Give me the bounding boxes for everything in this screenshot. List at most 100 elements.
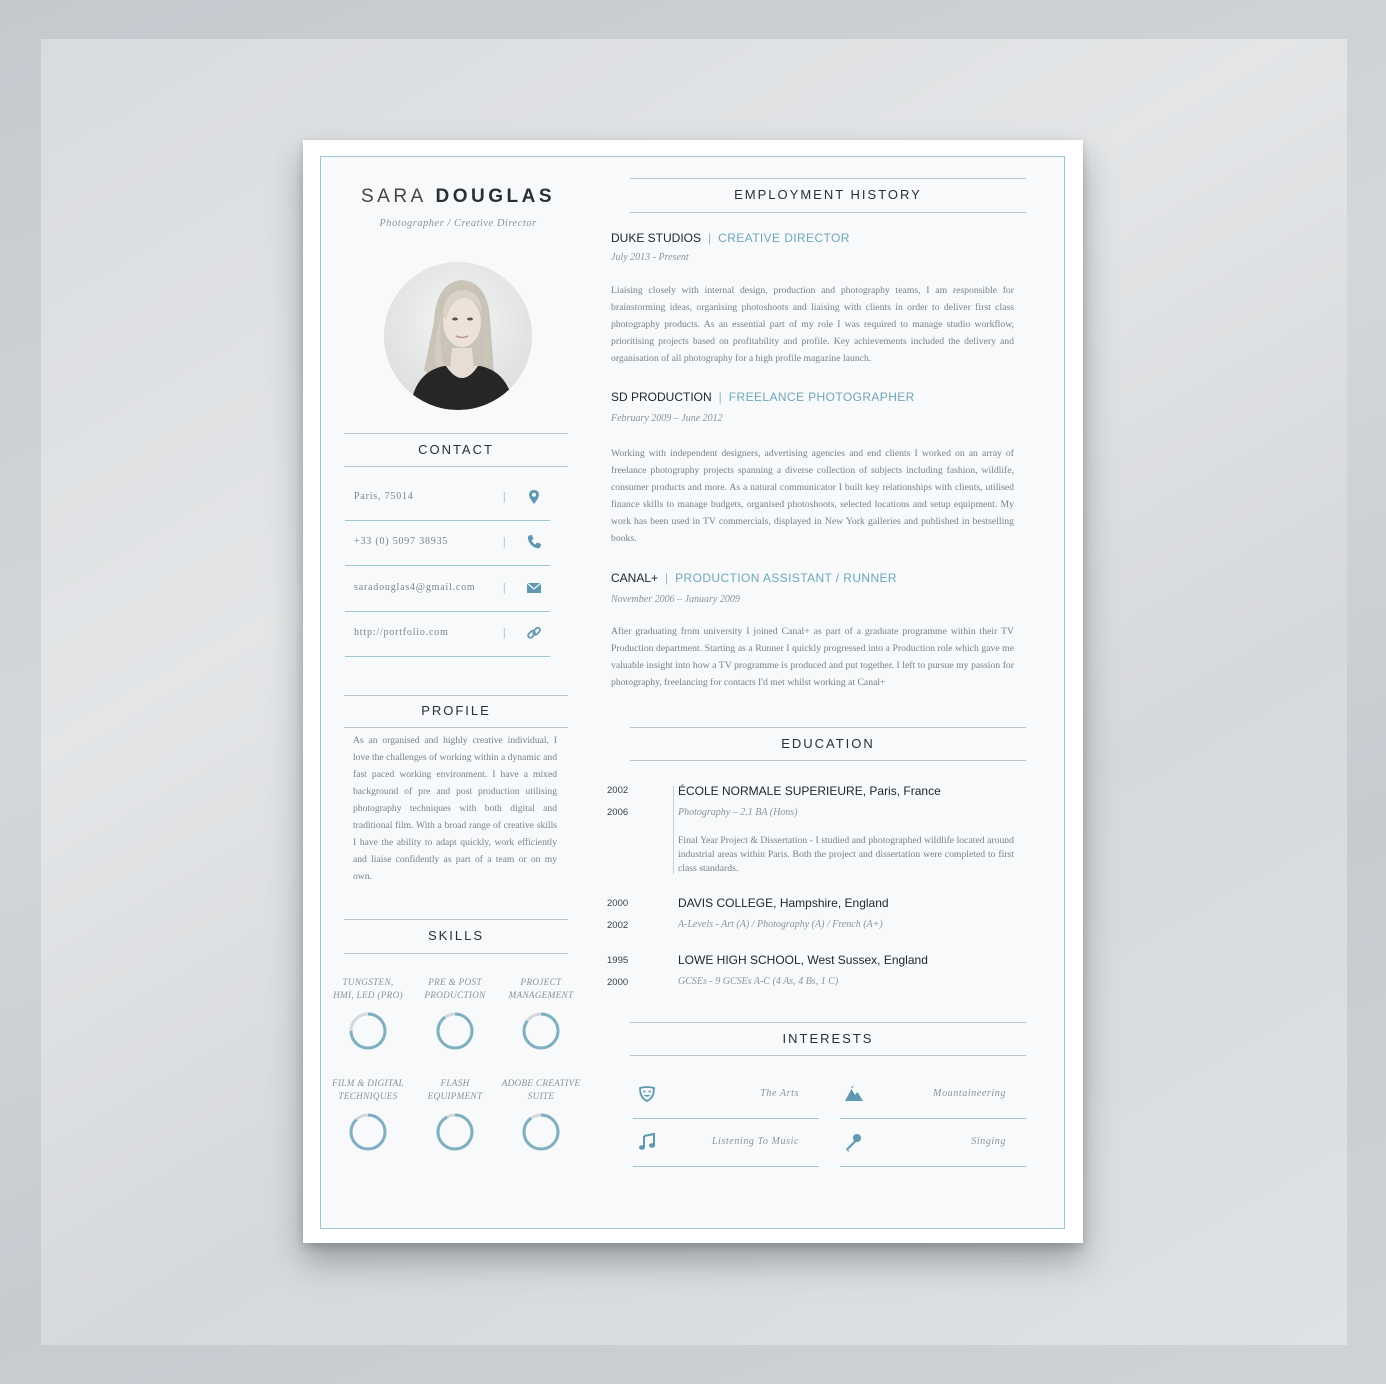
edu-end-year: 2002 (607, 920, 629, 931)
skill-label-line: SUITE (527, 1091, 555, 1101)
first-name: SARA (360, 186, 427, 207)
skills-heading: SKILLS (427, 928, 485, 943)
profile-heading: PROFILE (421, 703, 491, 718)
skill-label-line: ADOBE CREATIVE (501, 1078, 581, 1088)
education-top-rule (630, 727, 1026, 728)
contact-email-row: saradouglas4@gmail.com | (345, 566, 550, 612)
envelope-icon[interactable] (525, 579, 543, 597)
profile-top-rule (344, 695, 568, 696)
employment-bottom-rule (630, 212, 1026, 213)
skill-label: FILM & DIGITAL TECHNIQUES (323, 1077, 413, 1103)
skill-label-line: EQUIPMENT (427, 1091, 483, 1101)
interest-item: The Arts (633, 1070, 819, 1119)
interest-label: The Arts (760, 1088, 799, 1099)
contact-heading: CONTACT (418, 442, 494, 457)
skill-label-line: PRE & POST (428, 977, 482, 987)
skill-label: ADOBE CREATIVE SUITE (496, 1077, 586, 1103)
edu-end-year: 2006 (607, 807, 629, 818)
school-name: DAVIS COLLEGE (678, 896, 774, 910)
skill-label-line: FLASH (440, 1078, 470, 1088)
school-location: , Paris, France (862, 784, 941, 798)
company-name: DUKE STUDIOS (611, 231, 702, 245)
skill-label-line: FILM & DIGITAL (332, 1078, 404, 1088)
interests-bottom-rule (630, 1055, 1026, 1056)
skills-bottom-rule (344, 953, 568, 954)
school-location: , Hampshire, England (773, 896, 889, 910)
school-location: , West Sussex, England (800, 953, 928, 967)
edu-start-year: 1995 (607, 955, 629, 966)
microphone-icon (846, 1134, 861, 1152)
interest-label: Singing (971, 1136, 1006, 1147)
interest-item: Singing (840, 1118, 1026, 1167)
skill-gauge (349, 1113, 387, 1151)
contact-website-row: http://portfolio.com | (345, 611, 550, 657)
job-header: DUKE STUDIOS | CREATIVE DIRECTOR (611, 231, 850, 245)
contact-bottom-rule (344, 466, 568, 467)
job-dates: February 2009 – June 2012 (611, 413, 723, 424)
edu-description: Final Year Project & Dissertation - I st… (678, 835, 1014, 874)
job-description: Liaising closely with internal design, p… (611, 285, 1014, 364)
skill-label-line: TUNGSTEN, (342, 977, 394, 987)
skill-label-line: MANAGEMENT (508, 990, 574, 1000)
skill-label: FLASH EQUIPMENT (410, 1077, 500, 1103)
employment-heading: EMPLOYMENT HISTORY (734, 187, 922, 202)
theatre-mask-icon (639, 1086, 655, 1102)
school-name: LOWE HIGH SCHOOL (678, 953, 801, 967)
skill-label-line: PRODUCTION (424, 990, 486, 1000)
job-role: PRODUCTION ASSISTANT / RUNNER (675, 571, 898, 585)
contact-address-row: Paris, 75014 | (345, 475, 550, 521)
education-timeline-line (673, 786, 674, 874)
skill-gauge-fill (436, 1113, 474, 1151)
profile-text: As an organised and highly creative indi… (353, 735, 557, 882)
location-pin-icon (529, 490, 539, 504)
school-name: ÉCOLE NORMALE SUPERIEURE (678, 784, 863, 798)
link-icon[interactable] (525, 624, 543, 642)
interests-top-rule (630, 1022, 1026, 1023)
resume-sheet: SARA DOUGLAS Photographer / Creative Dir… (303, 140, 1083, 1243)
skill-gauge (436, 1113, 474, 1151)
job-description: After graduating from university I joine… (611, 626, 1014, 688)
edu-school: DAVIS COLLEGE, Hampshire, England (678, 896, 889, 910)
interest-item: Mountaineering (840, 1070, 1026, 1119)
skill-gauge-fill (522, 1113, 560, 1151)
separator: | (503, 580, 506, 594)
edu-detail: Photography – 2.1 BA (Hons) (678, 807, 798, 818)
mountain-icon (845, 1086, 863, 1101)
phone-icon[interactable] (525, 533, 543, 551)
job-header: SD PRODUCTION | FREELANCE PHOTOGRAPHER (611, 390, 915, 404)
contact-top-rule (344, 433, 568, 434)
skill-label-line: HMI, LED (PRO) (333, 990, 403, 1000)
profile-photo (384, 262, 532, 410)
job-description: Working with independent designers, adve… (611, 448, 1014, 544)
separator: | (503, 625, 506, 639)
edu-end-year: 2000 (607, 977, 629, 988)
interests-heading: INTERESTS (782, 1031, 874, 1046)
skill-gauge-fill (436, 1012, 474, 1050)
address-text: Paris, 75014 (354, 491, 414, 502)
skill-gauge-fill (349, 1113, 387, 1151)
edu-start-year: 2002 (607, 785, 629, 796)
separator: | (503, 489, 506, 503)
skill-gauge (522, 1012, 560, 1050)
skill-label-line: TECHNIQUES (338, 1091, 398, 1101)
email-text[interactable]: saradouglas4@gmail.com (354, 582, 476, 593)
job-dates: November 2006 – January 2009 (611, 594, 740, 605)
phone-text: +33 (0) 5097 38935 (354, 536, 449, 547)
person-name: SARA DOUGLAS (343, 186, 573, 208)
employment-top-rule (630, 178, 1026, 179)
last-name: DOUGLAS (435, 186, 556, 207)
skills-top-rule (344, 919, 568, 920)
edu-start-year: 2000 (607, 898, 629, 909)
profile-bottom-rule (344, 727, 568, 728)
contact-phone-row: +33 (0) 5097 38935 | (345, 520, 550, 566)
edu-detail: A-Levels - Art (A) / Photography (A) / F… (678, 919, 883, 930)
skill-label: PRE & POST PRODUCTION (410, 976, 500, 1002)
interest-label: Mountaineering (933, 1088, 1006, 1099)
company-name: SD PRODUCTION (611, 390, 712, 404)
edu-school: ÉCOLE NORMALE SUPERIEURE, Paris, France (678, 784, 941, 798)
interest-item: Listening To Music (633, 1118, 819, 1167)
edu-detail: GCSEs - 9 GCSEs A-C (4 As, 4 Bs, 1 C) (678, 976, 839, 987)
website-text[interactable]: http://portfolio.com (354, 627, 449, 638)
job-title: Photographer / Creative Director (379, 218, 537, 229)
edu-school: LOWE HIGH SCHOOL, West Sussex, England (678, 953, 928, 967)
